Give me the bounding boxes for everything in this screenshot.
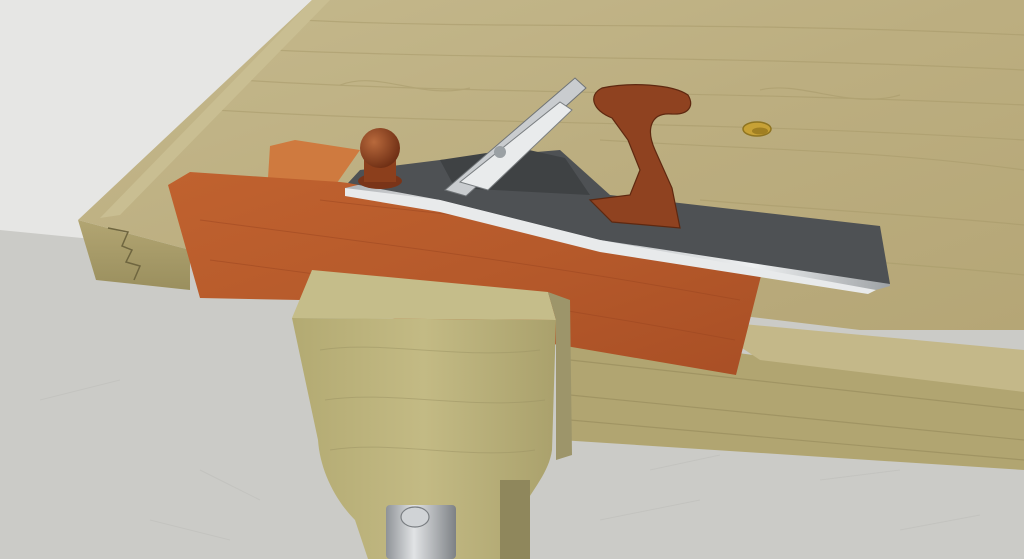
plane-knob-icon (360, 128, 400, 168)
dog-hole-inner (752, 127, 768, 135)
vise-guide (500, 480, 530, 559)
vise-screw-end (400, 506, 430, 528)
workbench-scene (0, 0, 1024, 559)
lever-cap-screw (494, 146, 506, 158)
scene-svg (0, 0, 1024, 559)
